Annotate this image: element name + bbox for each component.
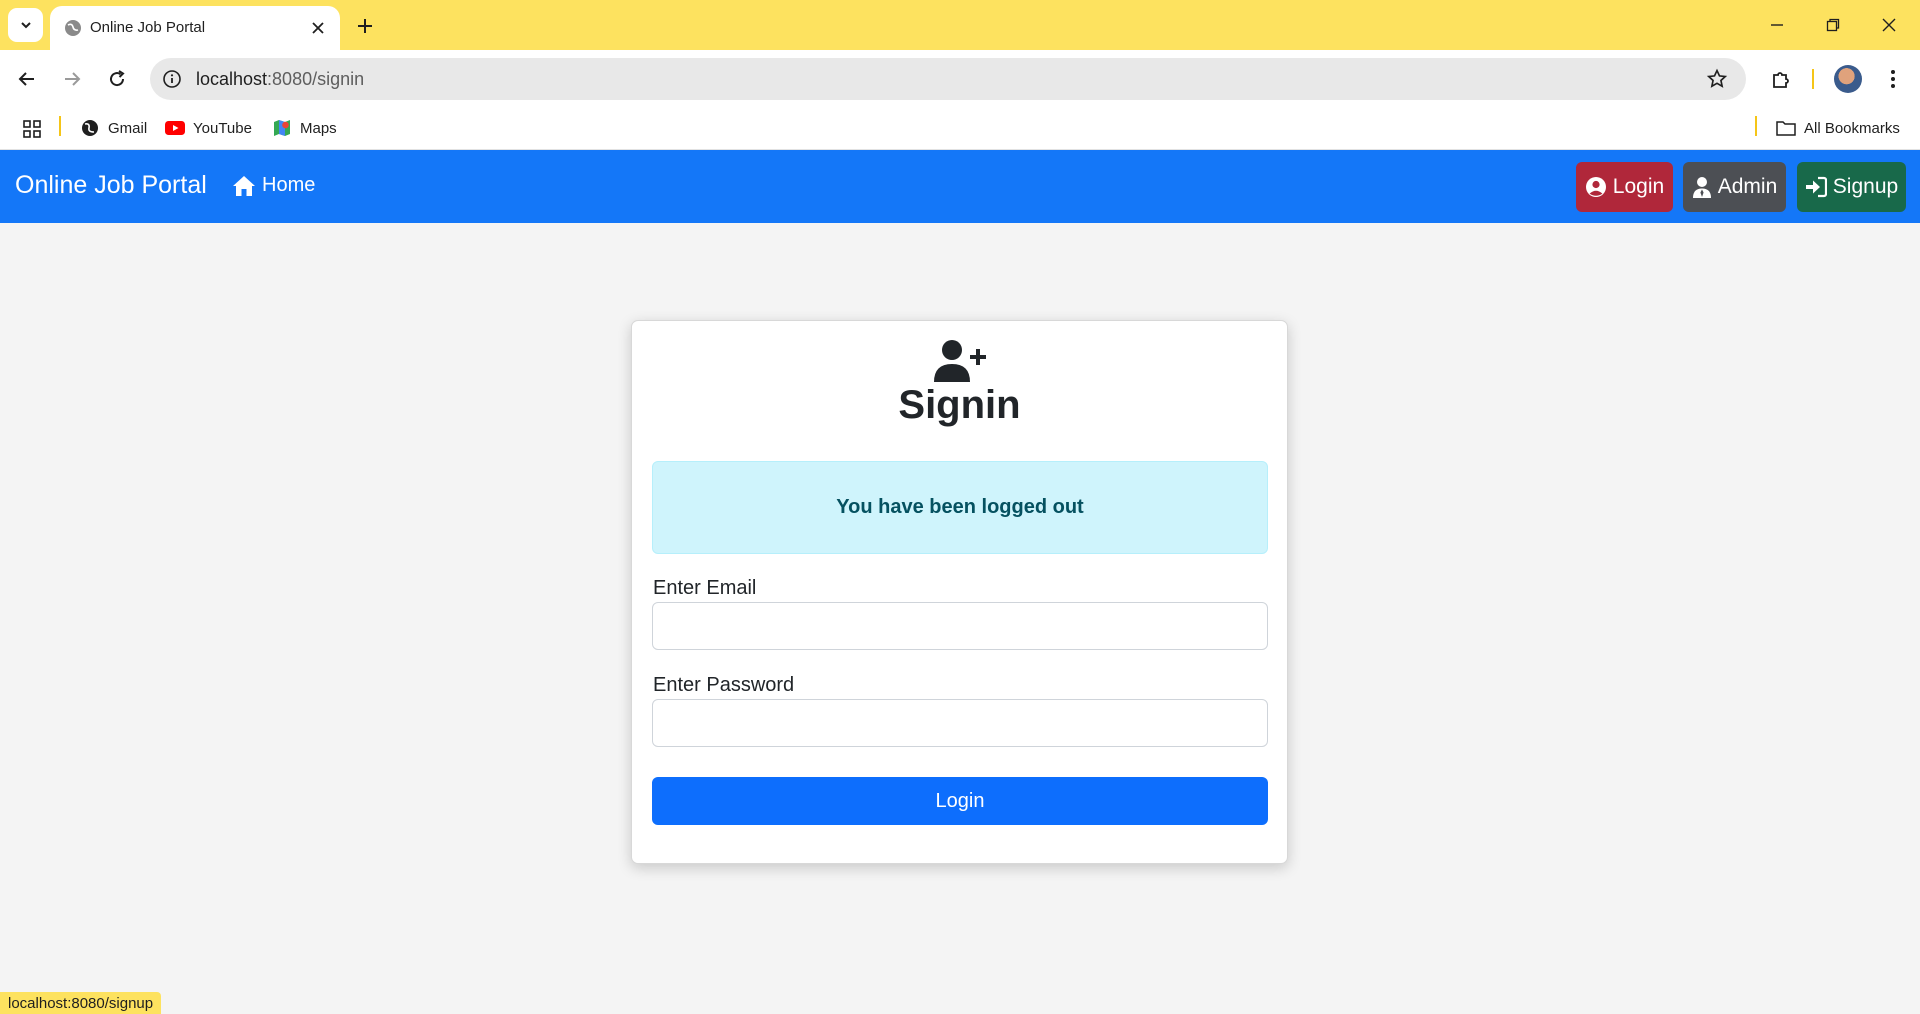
home-icon [233, 175, 255, 196]
toolbar-divider [1812, 69, 1814, 89]
all-bookmarks-label: All Bookmarks [1804, 119, 1900, 137]
folder-icon [1776, 118, 1796, 138]
bookmark-maps[interactable]: Maps [272, 117, 337, 139]
globe-icon [80, 118, 100, 138]
nav-login-button[interactable]: Login [1576, 162, 1673, 212]
logout-alert: You have been logged out [652, 461, 1268, 554]
url-text[interactable]: localhost:8080/signin [196, 69, 364, 90]
youtube-icon [165, 118, 185, 138]
apps-grid-icon[interactable] [22, 119, 42, 139]
nav-signup-button[interactable]: Signup [1797, 162, 1906, 212]
bookmark-gmail[interactable]: Gmail [80, 117, 147, 139]
signin-card: Signin You have been logged out Enter Em… [631, 320, 1288, 864]
tab-title: Online Job Portal [90, 19, 206, 36]
chevron-down-icon [20, 22, 31, 29]
restore-icon [1826, 18, 1840, 32]
login-submit-button[interactable]: Login [652, 777, 1268, 825]
reload-button[interactable] [102, 64, 132, 94]
extensions-button[interactable] [1766, 64, 1796, 94]
browser-menu-button[interactable] [1878, 64, 1908, 94]
close-icon [1882, 18, 1896, 32]
logout-alert-text: You have been logged out [836, 496, 1084, 518]
sign-in-icon [1805, 176, 1827, 198]
email-label: Enter Email [653, 577, 757, 599]
email-input[interactable] [652, 602, 1268, 650]
arrow-right-icon [65, 72, 81, 86]
bookmark-label: YouTube [193, 119, 252, 137]
login-submit-label: Login [935, 789, 985, 812]
star-icon[interactable] [1706, 68, 1728, 90]
password-input[interactable] [652, 699, 1268, 747]
forward-button[interactable] [57, 64, 87, 94]
user-circle-icon [1585, 177, 1606, 197]
puzzle-icon [1773, 72, 1789, 88]
bookmark-label: Gmail [108, 119, 148, 137]
bookmark-label: Maps [300, 119, 337, 137]
arrow-left-icon [18, 72, 34, 86]
kebab-menu-icon [1891, 70, 1895, 88]
globe-icon [65, 20, 81, 36]
nav-login-label: Login [1612, 175, 1665, 198]
maps-icon [272, 118, 292, 138]
site-navbar: Online Job Portal Home Login Admin Signu… [0, 150, 1920, 223]
user-tie-icon [1692, 177, 1711, 198]
status-url: localhost:8080/signup [8, 994, 154, 1012]
nav-signup-label: Signup [1832, 175, 1899, 198]
browser-tab-strip: Online Job Portal [0, 0, 1920, 50]
close-tab-button[interactable] [308, 18, 328, 38]
bookmark-youtube[interactable]: YouTube [165, 117, 252, 139]
bookmarks-divider [1755, 116, 1757, 136]
browser-toolbar: localhost:8080/signin [0, 50, 1920, 108]
user-plus-icon [934, 340, 986, 382]
info-icon[interactable] [162, 69, 182, 89]
nav-admin-button[interactable]: Admin [1683, 162, 1786, 212]
back-button[interactable] [12, 64, 42, 94]
signin-title: Signin [898, 383, 1021, 427]
nav-admin-label: Admin [1717, 175, 1778, 198]
address-bar[interactable]: localhost:8080/signin [150, 58, 1746, 100]
tab-search-button[interactable] [8, 8, 43, 42]
restore-button[interactable] [1820, 12, 1846, 38]
bookmarks-divider [59, 116, 61, 136]
close-icon [312, 22, 324, 34]
bookmarks-bar: Gmail YouTube Maps All Bookmarks [0, 108, 1920, 150]
plus-icon [358, 19, 372, 33]
link-status-bar: localhost:8080/signup [0, 992, 162, 1014]
all-bookmarks-button[interactable]: All Bookmarks [1776, 117, 1900, 139]
reload-icon [110, 70, 125, 87]
nav-home-link[interactable]: Home [232, 174, 315, 197]
new-tab-button[interactable] [352, 13, 378, 39]
brand-link[interactable]: Online Job Portal [15, 171, 207, 200]
minimize-button[interactable] [1764, 12, 1790, 38]
password-label: Enter Password [653, 674, 795, 696]
browser-tab[interactable]: Online Job Portal [50, 6, 340, 50]
close-window-button[interactable] [1876, 12, 1902, 38]
minimize-icon [1771, 24, 1783, 26]
nav-home-label: Home [262, 174, 316, 196]
profile-avatar[interactable] [1834, 65, 1862, 93]
